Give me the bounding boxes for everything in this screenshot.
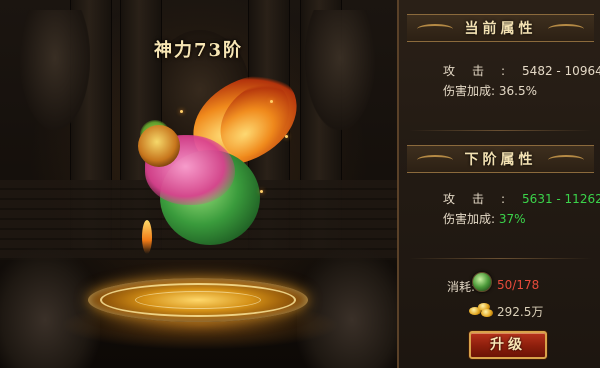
phoenix-head bbox=[138, 125, 180, 167]
stage-title-wrap: 神力73阶 bbox=[0, 36, 397, 62]
dragon-statue-left bbox=[20, 10, 90, 130]
current-damage-bonus-row: 伤害加成: 36.5% bbox=[443, 82, 537, 99]
attack-label: 攻击: bbox=[443, 192, 523, 206]
corner-dragon-left bbox=[0, 248, 100, 368]
material-cost-amount: 50/178 bbox=[497, 278, 540, 292]
next-damage-bonus-value: 37% bbox=[498, 212, 526, 226]
current-attributes-header: 当前属性 bbox=[407, 14, 594, 42]
section-divider bbox=[409, 130, 592, 131]
damage-bonus-label: 伤害加成: bbox=[443, 84, 496, 98]
damage-bonus-label: 伤害加成: bbox=[443, 212, 496, 226]
spark bbox=[180, 110, 183, 113]
corner-dragon-right bbox=[297, 248, 397, 368]
gold-ingot-icon bbox=[469, 301, 493, 317]
attack-label: 攻击: bbox=[443, 64, 523, 78]
next-attack-value: 5631 - 11262 bbox=[522, 192, 600, 206]
current-attributes-title: 当前属性 bbox=[464, 21, 537, 37]
next-attributes-title: 下阶属性 bbox=[464, 152, 537, 168]
spark bbox=[285, 135, 288, 138]
next-damage-bonus-row: 伤害加成: 37% bbox=[443, 210, 526, 227]
spark bbox=[270, 100, 273, 103]
current-damage-bonus-value: 36.5% bbox=[498, 84, 537, 98]
dragon-statue-right bbox=[305, 10, 375, 130]
next-attributes-header: 下阶属性 bbox=[407, 145, 594, 173]
upgrade-button[interactable]: 升级 bbox=[469, 331, 547, 359]
section-divider bbox=[409, 258, 592, 259]
spark bbox=[260, 190, 263, 193]
cost-label: 消耗: bbox=[447, 280, 476, 294]
attribute-panel: 当前属性 攻击:5482 - 10964 伤害加成: 36.5% 下阶属性 攻击… bbox=[397, 0, 600, 368]
tail-flame bbox=[142, 220, 152, 254]
next-attack-row: 攻击:5631 - 11262 bbox=[443, 190, 600, 207]
phoenix-mount bbox=[120, 64, 310, 254]
stage-title: 神力73阶 bbox=[153, 40, 244, 61]
current-attack-row: 攻击:5482 - 10964 bbox=[443, 62, 600, 79]
current-attack-value: 5482 - 10964 bbox=[522, 64, 600, 78]
green-orb-icon[interactable] bbox=[472, 272, 492, 292]
gold-cost-amount: 292.5万 bbox=[497, 305, 544, 319]
mount-display-scene: 神力73阶 bbox=[0, 0, 397, 368]
platform-inner-ring bbox=[135, 291, 261, 309]
